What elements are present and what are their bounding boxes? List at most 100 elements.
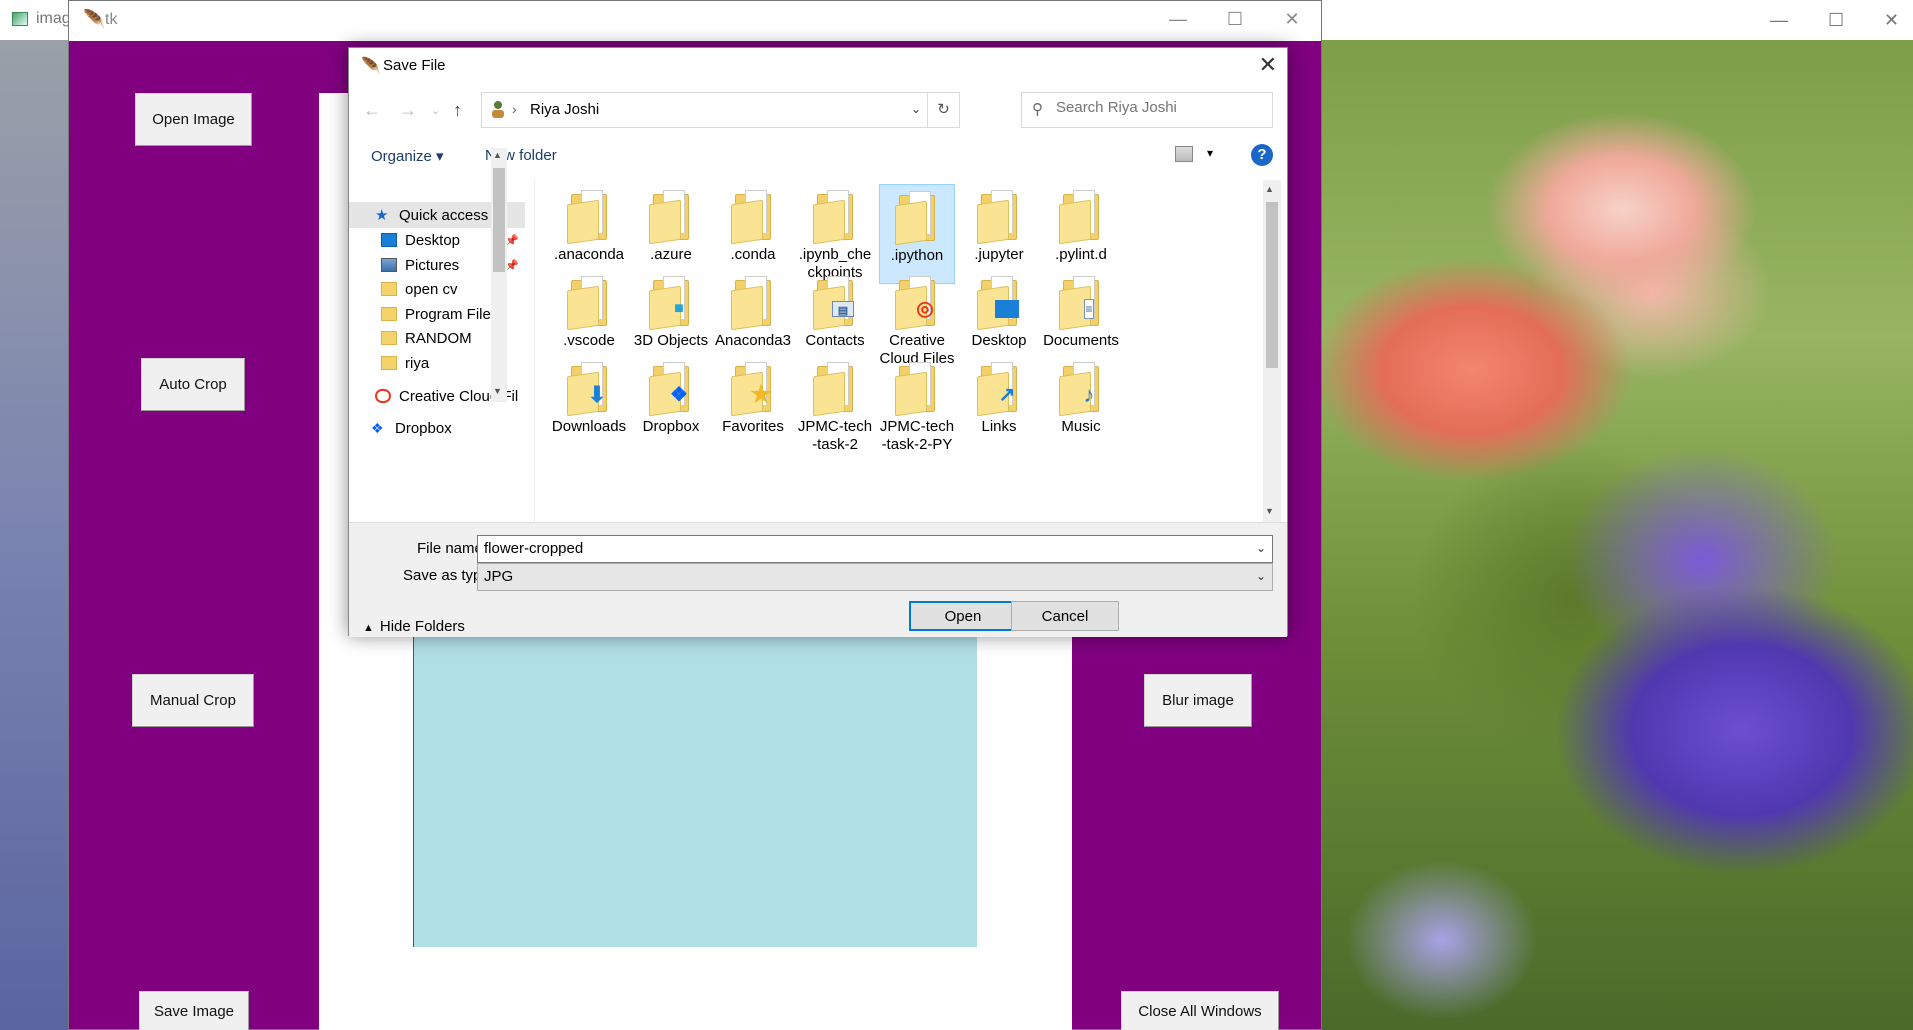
dialog-footer: File name: ⌄ Save as type: JPG ⌄ ▲Hide F…	[349, 522, 1287, 637]
chevron-down-icon[interactable]: ▾	[1207, 146, 1213, 160]
minimize-icon[interactable]: —	[1163, 9, 1193, 30]
folder-item[interactable]: ❖ Dropbox	[633, 356, 709, 456]
folder-icon: ≡	[1059, 276, 1103, 331]
folder-item[interactable]: .anaconda	[551, 184, 627, 284]
file-name-field[interactable]: ⌄	[477, 535, 1273, 563]
pin-icon[interactable]: 📌	[505, 234, 519, 247]
file-label: .ipynb_che	[798, 246, 872, 263]
folder-item[interactable]: ♪ Music	[1043, 356, 1119, 456]
refresh-icon[interactable]: ↻	[927, 93, 959, 127]
folder-item[interactable]: .azure	[633, 184, 709, 284]
folder-item[interactable]: ★ Favorites	[715, 356, 791, 456]
pictures-icon	[381, 258, 397, 272]
folder-item[interactable]: ■ 3D Objects	[633, 270, 709, 370]
save-as-type-select[interactable]: JPG ⌄	[477, 563, 1273, 591]
close-icon[interactable]: ✕	[1277, 9, 1307, 30]
sidebar-item-label: Desktop	[405, 231, 461, 249]
file-label: Contacts	[805, 332, 865, 349]
creative-cloud-icon	[375, 389, 391, 403]
folder-item[interactable]: Anaconda3	[715, 270, 791, 370]
scroll-down-icon[interactable]: ▼	[493, 386, 502, 396]
scrollbar-thumb[interactable]	[493, 168, 505, 272]
file-list-scrollbar[interactable]: ▲ ▼	[1263, 180, 1281, 522]
chevron-down-icon[interactable]: ⌄	[911, 102, 921, 116]
save-as-type-value: JPG	[484, 568, 514, 585]
scroll-up-icon[interactable]: ▲	[1265, 184, 1274, 194]
folder-item[interactable]: JPMC-tech -task-2	[797, 356, 873, 456]
folder-icon: ♪	[1059, 362, 1103, 417]
up-arrow-icon[interactable]: ↑	[453, 100, 462, 121]
tk-feather-icon: 🪶	[83, 9, 106, 29]
cropped-image-preview	[413, 633, 977, 947]
file-label: .ipython	[890, 247, 944, 264]
maximize-icon[interactable]: ☐	[1828, 10, 1844, 31]
search-input[interactable]	[1056, 99, 1266, 116]
folder-icon	[649, 190, 693, 245]
folder-icon	[381, 331, 397, 345]
scroll-down-icon[interactable]: ▼	[1265, 506, 1274, 516]
folder-item[interactable]: ⬇ Downloads	[551, 356, 627, 456]
minimize-icon[interactable]: —	[1770, 10, 1788, 31]
folder-item[interactable]: .vscode	[551, 270, 627, 370]
breadcrumb-separator-icon: ›	[512, 101, 517, 117]
folder-item[interactable]: ◎ Creative Cloud Files	[879, 270, 955, 370]
address-bar[interactable]: › Riya Joshi ⌄ ↻	[481, 92, 960, 128]
file-name-input[interactable]	[484, 540, 1244, 557]
open-button[interactable]: Open	[909, 601, 1017, 631]
close-icon[interactable]: ✕	[1259, 52, 1277, 78]
folder-item[interactable]: .conda	[715, 184, 791, 284]
folder-icon	[977, 190, 1021, 245]
cancel-button[interactable]: Cancel	[1011, 601, 1119, 631]
file-label: Creative	[889, 332, 945, 349]
forward-arrow-icon[interactable]: →	[399, 100, 417, 121]
blur-image-button[interactable]: Blur image	[1144, 674, 1252, 727]
file-label: Desktop	[971, 332, 1027, 349]
file-label: JPMC-tech	[879, 418, 955, 435]
folder-icon	[381, 282, 397, 296]
search-box[interactable]: ⚲	[1021, 92, 1273, 128]
maximize-icon[interactable]: ☐	[1220, 9, 1250, 30]
organize-menu[interactable]: Organize ▾	[371, 147, 444, 165]
scroll-up-icon[interactable]: ▲	[493, 150, 502, 160]
file-label: Documents	[1043, 332, 1119, 349]
flower-image	[1322, 40, 1913, 1030]
chevron-down-icon[interactable]: ⌄	[1256, 541, 1266, 555]
sidebar-item-dropbox[interactable]: ❖ Dropbox	[349, 415, 525, 441]
folder-item[interactable]: ≡ Documents	[1043, 270, 1119, 370]
manual-crop-button[interactable]: Manual Crop	[132, 674, 254, 727]
view-options-icon[interactable]	[1175, 146, 1193, 162]
pin-icon[interactable]: 📌	[505, 259, 519, 272]
folder-icon: ❖	[649, 362, 693, 417]
close-all-windows-button[interactable]: Close All Windows	[1121, 991, 1279, 1030]
auto-crop-button[interactable]: Auto Crop	[141, 358, 245, 411]
folder-icon	[813, 362, 857, 417]
close-icon[interactable]: ✕	[1884, 10, 1899, 31]
breadcrumb[interactable]: Riya Joshi	[530, 101, 599, 118]
folder-icon	[567, 190, 611, 245]
file-label: -task-2	[812, 436, 858, 453]
navigation-scrollbar[interactable]: ▲ ▼	[491, 148, 507, 402]
folder-item[interactable]: .jupyter	[961, 184, 1037, 284]
back-arrow-icon[interactable]: ←	[363, 100, 381, 121]
file-label: Downloads	[551, 418, 627, 435]
dialog-titlebar: 🪶 Save File ✕	[349, 48, 1287, 84]
open-image-button[interactable]: Open Image	[135, 93, 252, 146]
recent-locations-chevron-icon[interactable]: ⌄	[431, 104, 440, 117]
folder-item[interactable]: ▤ Contacts	[797, 270, 873, 370]
help-icon[interactable]: ?	[1251, 144, 1273, 166]
file-label: .azure	[650, 246, 692, 263]
folder-item[interactable]: ↗ Links	[961, 356, 1037, 456]
file-label: .conda	[730, 246, 776, 263]
hide-folders-toggle[interactable]: ▲ Hide Folders	[363, 618, 465, 635]
folder-item[interactable]: .ipynb_che ckpoints	[797, 184, 873, 284]
save-image-button[interactable]: Save Image	[139, 991, 249, 1030]
folder-item[interactable]: .pylint.d	[1043, 184, 1119, 284]
folder-item[interactable]: Desktop	[961, 270, 1037, 370]
folder-item[interactable]: JPMC-tech -task-2-PY	[879, 356, 955, 456]
scrollbar-thumb[interactable]	[1266, 202, 1278, 368]
chevron-down-icon[interactable]: ⌄	[1256, 569, 1266, 583]
folder-icon	[813, 190, 857, 245]
dropbox-icon: ❖	[371, 419, 384, 436]
sidebar-item-label: Program Files	[405, 305, 499, 323]
folder-item[interactable]: .ipython	[879, 184, 955, 284]
